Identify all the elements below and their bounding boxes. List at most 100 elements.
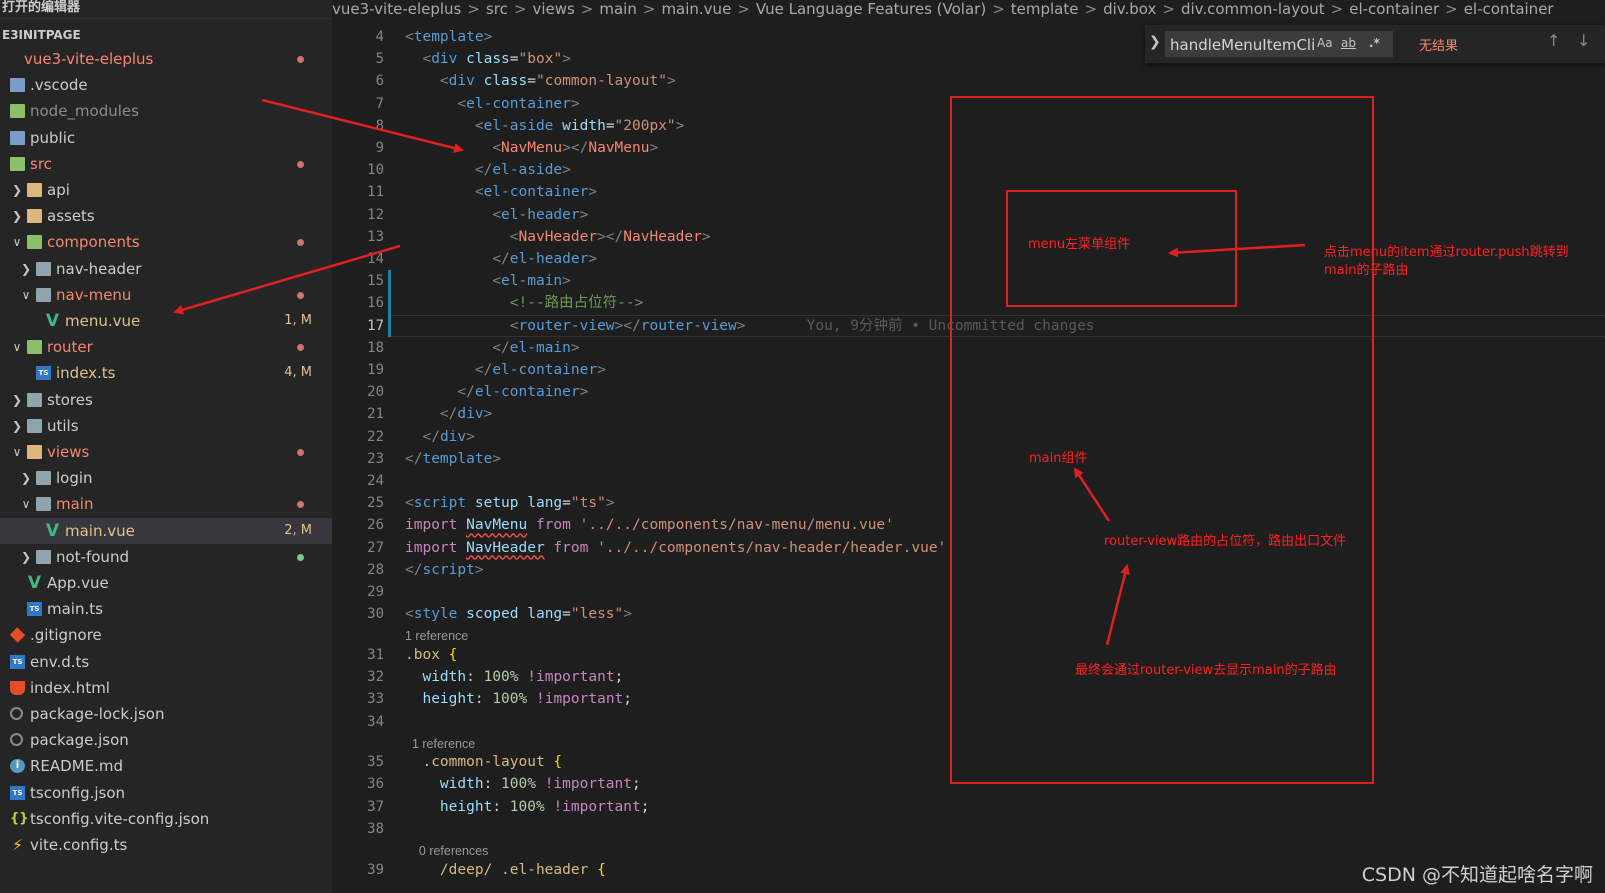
code-line[interactable]: </div> (405, 403, 492, 425)
tree-item[interactable]: ❯ assets (0, 203, 332, 229)
tree-item[interactable]: ∨ components (0, 229, 332, 255)
tree-item[interactable]: index.html (0, 675, 332, 701)
code-line[interactable]: <NavHeader></NavHeader> (405, 226, 711, 248)
code-line[interactable]: <style scoped lang="less"> (405, 603, 632, 625)
tree-item[interactable]: node_modules (0, 98, 332, 124)
tree-item[interactable]: ∨ nav-menu (0, 282, 332, 308)
tree-item[interactable]: package-lock.json (0, 701, 332, 727)
explorer-section-title[interactable]: E3INITPAGE (0, 19, 332, 43)
code-line[interactable]: width: 100% !important; (405, 773, 641, 795)
tree-item[interactable]: ∨ views (0, 439, 332, 465)
codelens-references[interactable]: 1 reference (405, 627, 468, 645)
use-regex-button[interactable]: .* (1369, 36, 1380, 50)
code-line[interactable]: import NavMenu from '../../components/na… (405, 514, 894, 536)
tree-item[interactable]: package.json (0, 727, 332, 753)
breadcrumb-item[interactable]: div.common-layout (1181, 0, 1325, 18)
breadcrumb-item[interactable]: el-container (1464, 0, 1554, 18)
code-line[interactable]: </el-main> (405, 337, 579, 359)
code-line[interactable]: <NavMenu></NavMenu> (405, 137, 658, 159)
code-line[interactable]: <!--路由占位符--> (405, 292, 644, 314)
toggle-replace-chevron-icon[interactable]: ❯ (1149, 34, 1161, 50)
tree-item[interactable]: ❯ login (0, 465, 332, 491)
chevron-down-icon[interactable]: ∨ (11, 439, 23, 465)
match-whole-word-button[interactable]: ab (1341, 36, 1356, 50)
open-editors-header[interactable]: 打开的编辑器 (0, 0, 332, 19)
code-line[interactable]: <el-container> (405, 93, 579, 115)
breadcrumb-item[interactable]: div.box (1103, 0, 1156, 18)
code-line[interactable]: </div> (405, 426, 474, 448)
code-line[interactable]: </el-container> (405, 359, 606, 381)
tree-item[interactable]: src (0, 151, 332, 177)
code-line[interactable]: <el-main> (405, 270, 571, 292)
tree-item[interactable]: ❯ stores (0, 387, 332, 413)
code-line[interactable]: height: 100% !important; (405, 688, 632, 710)
code-line[interactable]: /deep/ .el-header { (405, 859, 606, 881)
chevron-down-icon[interactable]: ∨ (20, 282, 32, 308)
find-input[interactable]: handleMenuItemClic Aa ab .* (1165, 31, 1393, 57)
chevron-right-icon[interactable]: ❯ (20, 544, 32, 570)
match-case-button[interactable]: Aa (1317, 36, 1333, 50)
tree-item[interactable]: public (0, 125, 332, 151)
code-line[interactable]: width: 100% !important; (405, 666, 623, 688)
breadcrumb-item[interactable]: vue3-vite-eleplus (332, 0, 461, 18)
tree-item[interactable]: TS tsconfig.json (0, 780, 332, 806)
tree-item[interactable]: ∨ main (0, 491, 332, 517)
codelens-references[interactable]: 0 references (405, 842, 488, 860)
breadcrumb-item[interactable]: src (486, 0, 508, 18)
chevron-right-icon[interactable]: ❯ (11, 177, 23, 203)
breadcrumb-item[interactable]: main (599, 0, 636, 18)
tree-item[interactable]: ⚡ vite.config.ts (0, 832, 332, 858)
tree-item[interactable]: vue3-vite-eleplus (0, 46, 332, 72)
chevron-down-icon[interactable]: ∨ (11, 334, 23, 360)
code-line[interactable]: </template> (405, 448, 501, 470)
codelens-references[interactable]: 1 reference (405, 735, 475, 753)
tree-item[interactable]: Vmain.vue 2, M (0, 517, 332, 544)
code-line[interactable]: .box { (405, 644, 457, 666)
code-line[interactable]: </script> (405, 559, 484, 581)
code-line[interactable]: </el-aside> (405, 159, 571, 181)
breadcrumb-item[interactable]: template (1011, 0, 1079, 18)
chevron-down-icon[interactable]: ∨ (20, 491, 32, 517)
tree-item[interactable]: TS main.ts (0, 596, 332, 622)
tree-item[interactable]: i README.md (0, 753, 332, 779)
next-match-icon[interactable]: ↓ (1577, 31, 1590, 50)
tree-item[interactable]: {} tsconfig.vite-config.json (0, 806, 332, 832)
code-line[interactable]: <el-container> (405, 181, 597, 203)
code-line[interactable]: </el-header> (405, 248, 597, 270)
tree-item[interactable]: TS index.ts 4, M (0, 360, 332, 386)
code-line[interactable]: <el-aside width="200px"> (405, 115, 685, 137)
tree-item[interactable]: Vmenu.vue 1, M (0, 308, 332, 334)
breadcrumb-item[interactable]: views (532, 0, 574, 18)
code-line[interactable]: import NavHeader from '../../components/… (405, 537, 946, 559)
code-line[interactable]: <el-header> (405, 204, 588, 226)
code-line[interactable]: .common-layout { (405, 751, 562, 773)
breadcrumb-item[interactable]: Vue Language Features (Volar) (756, 0, 986, 18)
code-line[interactable]: </el-container> (405, 381, 588, 403)
code-line[interactable]: <template> (405, 26, 492, 48)
tree-item[interactable]: ❯ utils (0, 413, 332, 439)
line-number: 22 (367, 428, 384, 445)
chevron-right-icon[interactable]: ❯ (11, 387, 23, 413)
tree-item[interactable]: ❯ api (0, 177, 332, 203)
tree-item[interactable]: .vscode (0, 72, 332, 98)
tree-item[interactable]: ∨ router (0, 334, 332, 360)
tree-item[interactable]: ❯ not-found (0, 544, 332, 570)
tree-item[interactable]: V App.vue (0, 570, 332, 596)
chevron-right-icon[interactable]: ❯ (11, 413, 23, 439)
code-line[interactable]: <div class="box"> (405, 48, 570, 70)
previous-match-icon[interactable]: ↑ (1547, 31, 1560, 50)
chevron-right-icon[interactable]: ❯ (20, 256, 32, 282)
code-line[interactable]: <script setup lang="ts"> (405, 492, 615, 514)
tree-item[interactable]: TS env.d.ts (0, 649, 332, 675)
code-line[interactable]: <div class="common-layout"> (405, 70, 676, 92)
breadcrumb-item[interactable]: el-container (1349, 0, 1439, 18)
code-line[interactable]: height: 100% !important; (405, 796, 650, 818)
breadcrumb-item[interactable]: main.vue (661, 0, 731, 18)
line-number: 4 (375, 29, 384, 45)
tree-item[interactable]: ❯ nav-header (0, 256, 332, 282)
tree-item[interactable]: .gitignore (0, 622, 332, 648)
chevron-right-icon[interactable]: ❯ (11, 203, 23, 229)
chevron-down-icon[interactable]: ∨ (11, 229, 23, 255)
find-input-value[interactable]: handleMenuItemClic (1170, 36, 1315, 54)
chevron-right-icon[interactable]: ❯ (20, 465, 32, 491)
